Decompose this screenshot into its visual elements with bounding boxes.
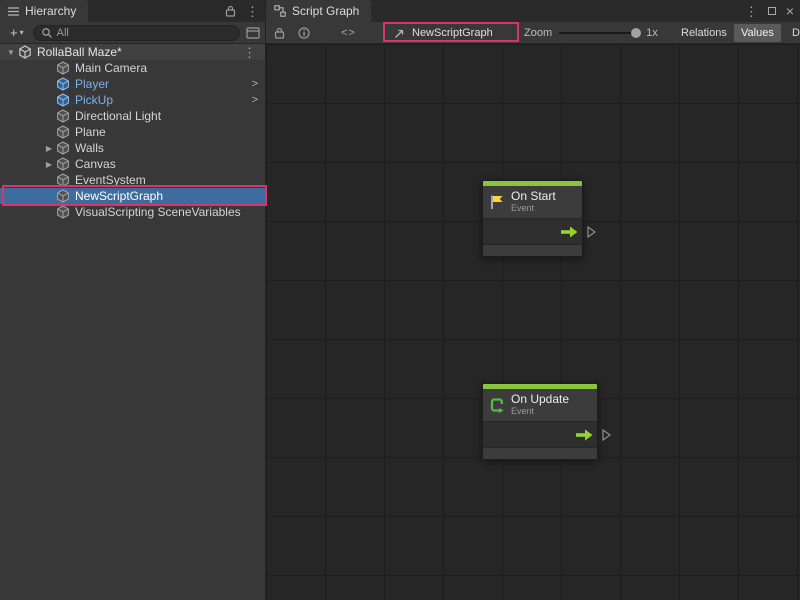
script-graph-panel: Script Graph ⋮ × <> NewScriptGraph Zoom bbox=[266, 0, 800, 600]
node-footer bbox=[483, 447, 597, 459]
gameobject-icon bbox=[56, 125, 70, 139]
relations-toggle[interactable]: Relations bbox=[674, 24, 734, 42]
item-label: Player bbox=[75, 77, 109, 91]
graph-tab-label: Script Graph bbox=[292, 4, 359, 18]
node-subtitle: Event bbox=[511, 406, 569, 417]
foldout-open-icon[interactable]: ▼ bbox=[4, 48, 18, 57]
hierarchy-panel: Hierarchy ⋮ + ▾ All ▼ RollaBall Maze* bbox=[0, 0, 266, 600]
lock-icon[interactable] bbox=[274, 27, 285, 39]
gameobject-icon bbox=[56, 189, 70, 203]
item-label: NewScriptGraph bbox=[75, 189, 163, 203]
item-label: PickUp bbox=[75, 93, 113, 107]
hierarchy-item-scenevariables[interactable]: VisualScripting SceneVariables bbox=[0, 204, 265, 220]
info-icon[interactable] bbox=[298, 27, 310, 39]
script-graph-asset-icon bbox=[394, 27, 406, 39]
zoom-slider-knob[interactable] bbox=[631, 28, 641, 38]
item-label: Plane bbox=[75, 125, 106, 139]
search-input[interactable]: All bbox=[33, 25, 240, 41]
panel-menu-icon bbox=[8, 7, 19, 16]
hierarchy-item-main-camera[interactable]: Main Camera bbox=[0, 60, 265, 76]
item-label: VisualScripting SceneVariables bbox=[75, 205, 241, 219]
node-subtitle: Event bbox=[511, 203, 556, 214]
graph-asset-name-label: NewScriptGraph bbox=[412, 27, 493, 39]
item-label: Canvas bbox=[75, 157, 116, 171]
prefab-chevron-icon[interactable]: > bbox=[252, 94, 258, 106]
item-label: EventSystem bbox=[75, 173, 146, 187]
zoom-slider[interactable] bbox=[559, 32, 639, 34]
hierarchy-item-canvas[interactable]: ▶ Canvas bbox=[0, 156, 265, 172]
dim-toggle[interactable]: Dim bbox=[785, 24, 800, 42]
node-on-start[interactable]: On Start Event bbox=[482, 180, 583, 257]
kebab-menu-icon[interactable]: ⋮ bbox=[745, 5, 758, 18]
gameobject-icon bbox=[56, 141, 70, 155]
hierarchy-tab-label: Hierarchy bbox=[25, 4, 76, 18]
node-title: On Update bbox=[511, 393, 569, 406]
node-title: On Start bbox=[511, 190, 556, 203]
zoom-label: Zoom bbox=[524, 27, 552, 39]
graph-tabbar: Script Graph ⋮ × bbox=[266, 0, 800, 22]
graph-icon bbox=[274, 5, 286, 17]
values-toggle[interactable]: Values bbox=[734, 24, 781, 42]
hierarchy-item-walls[interactable]: ▶ Walls bbox=[0, 140, 265, 156]
close-icon[interactable]: × bbox=[786, 4, 794, 18]
search-filter-label: All bbox=[57, 27, 69, 39]
plus-label: + bbox=[10, 25, 18, 40]
hierarchy-tabbar: Hierarchy ⋮ bbox=[0, 0, 265, 22]
node-footer bbox=[483, 244, 582, 256]
hierarchy-item-eventsystem[interactable]: EventSystem bbox=[0, 172, 265, 188]
gameobject-icon bbox=[56, 109, 70, 123]
hierarchy-tree: ▼ RollaBall Maze* ⋮ Main Camera Player >… bbox=[0, 44, 265, 220]
node-on-update[interactable]: On Update Event bbox=[482, 383, 598, 460]
foldout-closed-icon[interactable]: ▶ bbox=[42, 144, 56, 153]
hierarchy-item-plane[interactable]: Plane bbox=[0, 124, 265, 140]
zoom-value: 1x bbox=[646, 27, 658, 39]
graph-asset-name[interactable]: NewScriptGraph bbox=[394, 22, 493, 44]
add-object-button[interactable]: + ▾ bbox=[5, 25, 29, 40]
hierarchy-item-pickup[interactable]: PickUp > bbox=[0, 92, 265, 108]
control-output-port[interactable] bbox=[602, 429, 611, 441]
gameobject-icon bbox=[56, 173, 70, 187]
flow-arrow-icon bbox=[561, 226, 578, 238]
update-loop-icon bbox=[489, 397, 505, 413]
scene-row[interactable]: ▼ RollaBall Maze* ⋮ bbox=[0, 44, 265, 60]
zoom-control: Zoom 1x bbox=[524, 22, 658, 44]
gameobject-icon bbox=[56, 61, 70, 75]
gameobject-icon bbox=[56, 205, 70, 219]
lock-icon[interactable] bbox=[225, 5, 236, 17]
kebab-menu-icon[interactable]: ⋮ bbox=[246, 5, 259, 18]
hierarchy-toolbar: + ▾ All bbox=[0, 22, 265, 44]
hierarchy-item-player[interactable]: Player > bbox=[0, 76, 265, 92]
code-icon[interactable]: <> bbox=[341, 27, 356, 39]
scene-name: RollaBall Maze* bbox=[37, 45, 122, 59]
scene-kebab-icon[interactable]: ⋮ bbox=[243, 46, 256, 59]
tab-script-graph[interactable]: Script Graph bbox=[266, 0, 371, 22]
prefab-icon bbox=[56, 93, 70, 107]
scene-icon bbox=[18, 45, 32, 59]
graph-canvas[interactable]: On Start Event bbox=[266, 44, 800, 600]
prefab-chevron-icon[interactable]: > bbox=[252, 78, 258, 90]
item-label: Directional Light bbox=[75, 109, 161, 123]
flow-arrow-icon bbox=[576, 429, 593, 441]
foldout-closed-icon[interactable]: ▶ bbox=[42, 160, 56, 169]
search-window-icon[interactable] bbox=[246, 27, 260, 39]
hierarchy-item-directional-light[interactable]: Directional Light bbox=[0, 108, 265, 124]
prefab-icon bbox=[56, 77, 70, 91]
item-label: Walls bbox=[75, 141, 104, 155]
maximize-icon[interactable] bbox=[768, 7, 776, 15]
item-label: Main Camera bbox=[75, 61, 147, 75]
caret-down-icon: ▾ bbox=[20, 28, 24, 37]
control-output-port[interactable] bbox=[587, 226, 596, 238]
search-icon bbox=[41, 27, 53, 39]
hierarchy-item-newscriptgraph[interactable]: NewScriptGraph bbox=[0, 188, 265, 204]
gameobject-icon bbox=[56, 157, 70, 171]
flag-icon bbox=[489, 194, 505, 210]
graph-toolbar: <> NewScriptGraph Zoom 1x Relations Valu… bbox=[266, 22, 800, 44]
tab-hierarchy[interactable]: Hierarchy bbox=[0, 0, 88, 22]
